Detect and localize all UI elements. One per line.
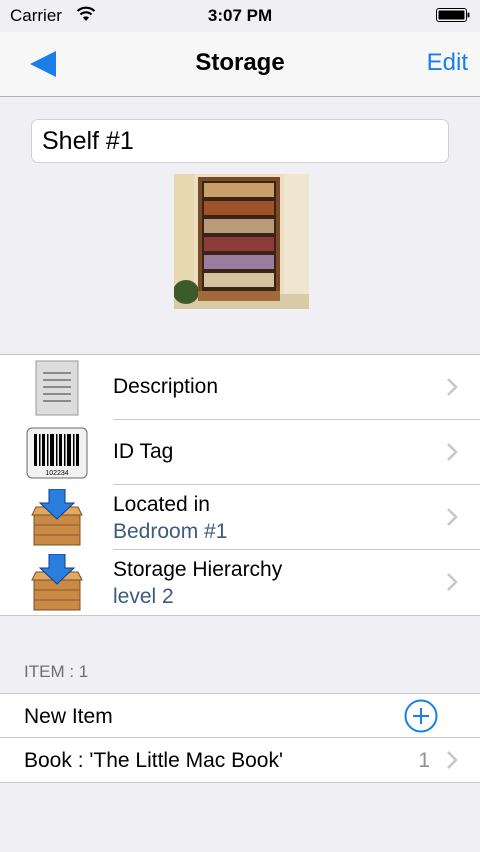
storage-box-icon (31, 554, 83, 611)
description-row[interactable]: Description (0, 355, 480, 420)
bookshelf-photo[interactable] (174, 174, 309, 309)
page-title: Storage (195, 49, 285, 76)
item-row[interactable]: Book : 'The Little Mac Book' 1 (0, 738, 480, 782)
add-circle-icon[interactable] (404, 699, 438, 733)
chevron-right-icon (447, 508, 458, 526)
chevron-right-icon (447, 443, 458, 461)
items-group: New Item Book : 'The Little Mac Book' 1 (0, 693, 480, 783)
description-label: Description (113, 375, 219, 398)
battery-icon (436, 8, 470, 22)
edit-button[interactable]: Edit (427, 49, 468, 77)
new-item-row[interactable]: New Item (0, 694, 480, 738)
located-in-value: Bedroom #1 (113, 520, 228, 543)
items-section-header: ITEM : 1 (24, 662, 89, 681)
storage-hierarchy-row[interactable]: Storage Hierarchy level 2 (0, 550, 480, 615)
id-tag-row[interactable]: 102234 ID Tag (0, 420, 480, 485)
located-in-row[interactable]: Located in Bedroom #1 (0, 485, 480, 550)
item-label: Book : 'The Little Mac Book' (24, 749, 283, 772)
id-tag-label: ID Tag (113, 440, 174, 463)
storage-hierarchy-value: level 2 (113, 585, 174, 608)
barcode-number: 102234 (45, 470, 68, 477)
item-count: 1 (418, 749, 430, 772)
chevron-right-icon (447, 573, 458, 591)
located-in-label: Located in (113, 493, 210, 516)
navigation-bar: Storage Edit (0, 32, 480, 97)
chevron-right-icon (447, 378, 458, 396)
new-item-label: New Item (24, 705, 113, 728)
status-bar: Carrier 3:07 PM (0, 0, 480, 32)
storage-box-icon (31, 489, 83, 546)
barcode-icon: 102234 (26, 427, 88, 479)
document-icon (35, 360, 79, 416)
storage-name-field[interactable] (31, 119, 449, 163)
status-time: 3:07 PM (207, 6, 273, 25)
detail-group: Description 102234 ID Tag Located in Bed… (0, 354, 480, 616)
chevron-right-icon (447, 751, 458, 769)
storage-hierarchy-label: Storage Hierarchy (113, 558, 283, 581)
